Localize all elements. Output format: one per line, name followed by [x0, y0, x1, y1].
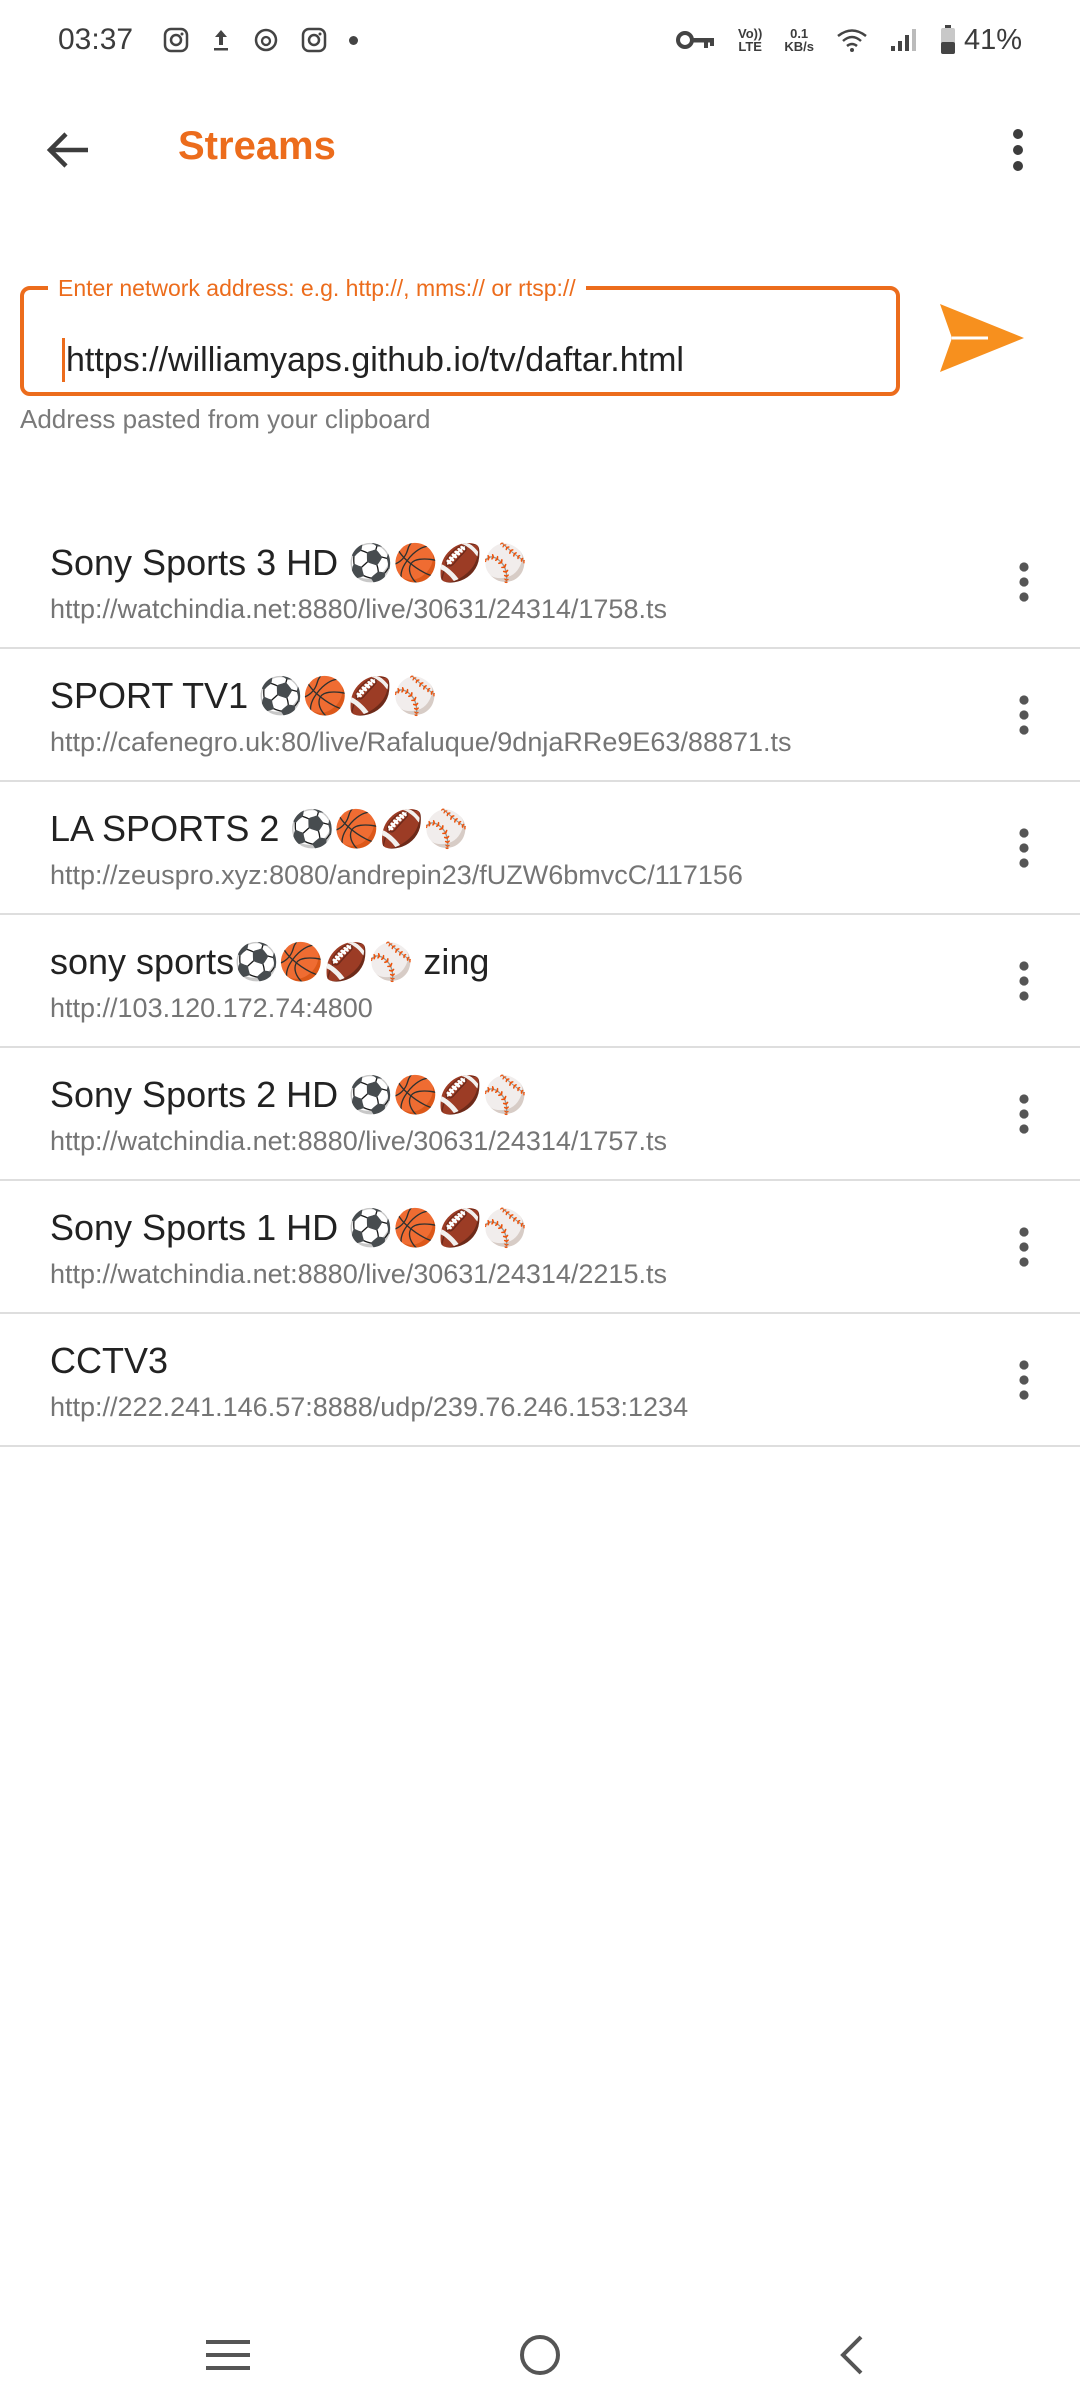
volte-bottom: LTE	[738, 39, 762, 54]
stream-list: Sony Sports 3 HD ⚽🏀🏈⚾ http://watchindia.…	[0, 516, 1080, 1447]
net-speed-unit: KB/s	[784, 39, 814, 54]
more-vert-icon	[1019, 562, 1029, 602]
more-vert-icon	[1019, 695, 1029, 735]
list-item[interactable]: Sony Sports 1 HD ⚽🏀🏈⚾ http://watchindia.…	[0, 1181, 1080, 1314]
address-helper-text: Address pasted from your clipboard	[20, 404, 431, 434]
arrow-left-icon	[46, 132, 88, 168]
item-menu-button[interactable]	[1002, 1219, 1046, 1275]
list-item[interactable]: LA SPORTS 2 ⚽🏀🏈⚾ http://zeuspro.xyz:8080…	[0, 782, 1080, 915]
system-nav-bar	[0, 2300, 1080, 2408]
stream-title: Sony Sports 3 HD ⚽🏀🏈⚾	[50, 542, 528, 583]
send-button[interactable]	[936, 296, 1028, 380]
stream-url: http://zeuspro.xyz:8080/andrepin23/fUZW6…	[50, 860, 743, 890]
recents-button[interactable]	[188, 2320, 268, 2390]
status-bar: 03:37 Vo)) LTE 0.1 KB/s 41%	[0, 0, 1080, 80]
item-menu-button[interactable]	[1002, 1086, 1046, 1142]
threads-icon	[253, 27, 279, 53]
volte-indicator: Vo)) LTE	[738, 27, 762, 53]
home-button[interactable]	[500, 2320, 580, 2390]
status-time: 03:37	[58, 23, 134, 56]
instagram-icon	[163, 27, 189, 53]
stream-title: CCTV3	[50, 1340, 169, 1381]
item-menu-button[interactable]	[1002, 554, 1046, 610]
send-icon	[940, 304, 1024, 372]
signal-icon	[890, 27, 918, 53]
overflow-menu-button[interactable]	[996, 118, 1040, 182]
vpn-key-icon	[676, 29, 716, 51]
page-title: Streams	[178, 124, 336, 168]
more-vert-icon	[1019, 1360, 1029, 1400]
more-vert-icon	[1019, 1094, 1029, 1134]
item-menu-button[interactable]	[1002, 687, 1046, 743]
upload-icon	[211, 27, 231, 53]
status-left: 03:37	[58, 23, 380, 57]
stream-title: LA SPORTS 2 ⚽🏀🏈⚾	[50, 808, 469, 849]
instagram-icon-2	[301, 27, 327, 53]
item-menu-button[interactable]	[1002, 953, 1046, 1009]
address-field: Enter network address: e.g. http://, mms…	[20, 276, 900, 396]
wifi-icon	[836, 27, 868, 53]
net-speed: 0.1 KB/s	[784, 27, 814, 53]
stream-url: http://watchindia.net:8880/live/30631/24…	[50, 594, 667, 624]
list-item[interactable]: Sony Sports 3 HD ⚽🏀🏈⚾ http://watchindia.…	[0, 516, 1080, 649]
screen: 03:37 Vo)) LTE 0.1 KB/s 41% Streams Ente…	[0, 0, 1080, 2408]
item-menu-button[interactable]	[1002, 1352, 1046, 1408]
stream-title: sony sports⚽🏀🏈⚾ zing	[50, 941, 490, 982]
address-input[interactable]	[62, 338, 882, 382]
chevron-left-icon	[840, 2335, 863, 2375]
back-button[interactable]	[36, 118, 100, 182]
stream-url: http://cafenegro.uk:80/live/Rafaluque/9d…	[50, 727, 792, 757]
stream-url: http://watchindia.net:8880/live/30631/24…	[50, 1259, 667, 1289]
more-vert-icon	[1019, 828, 1029, 868]
address-label: Enter network address: e.g. http://, mms…	[58, 275, 576, 301]
item-menu-button[interactable]	[1002, 820, 1046, 876]
list-item[interactable]: SPORT TV1 ⚽🏀🏈⚾ http://cafenegro.uk:80/li…	[0, 649, 1080, 782]
home-icon	[520, 2335, 560, 2375]
more-vert-icon	[1019, 1227, 1029, 1267]
stream-title: SPORT TV1 ⚽🏀🏈⚾	[50, 675, 438, 716]
list-item[interactable]: Sony Sports 2 HD ⚽🏀🏈⚾ http://watchindia.…	[0, 1048, 1080, 1181]
more-vert-icon	[1013, 129, 1023, 171]
recents-icon	[206, 2340, 250, 2370]
app-bar: Streams	[0, 90, 1080, 210]
status-right: Vo)) LTE 0.1 KB/s 41%	[676, 24, 1022, 57]
list-item[interactable]: CCTV3 http://222.241.146.57:8888/udp/239…	[0, 1314, 1080, 1447]
battery-percent: 41%	[963, 23, 1022, 56]
more-vert-icon	[1019, 961, 1029, 1001]
stream-url: http://watchindia.net:8880/live/30631/24…	[50, 1126, 667, 1156]
stream-title: Sony Sports 2 HD ⚽🏀🏈⚾	[50, 1074, 528, 1115]
stream-url: http://222.241.146.57:8888/udp/239.76.24…	[50, 1392, 689, 1422]
list-item[interactable]: sony sports⚽🏀🏈⚾ zing http://103.120.172.…	[0, 915, 1080, 1048]
stream-url: http://103.120.172.74:4800	[50, 993, 373, 1023]
battery-icon	[940, 25, 956, 55]
stream-title: Sony Sports 1 HD ⚽🏀🏈⚾	[50, 1207, 528, 1248]
more-notifications-dot-icon	[349, 35, 359, 45]
back-nav-button[interactable]	[812, 2320, 892, 2390]
